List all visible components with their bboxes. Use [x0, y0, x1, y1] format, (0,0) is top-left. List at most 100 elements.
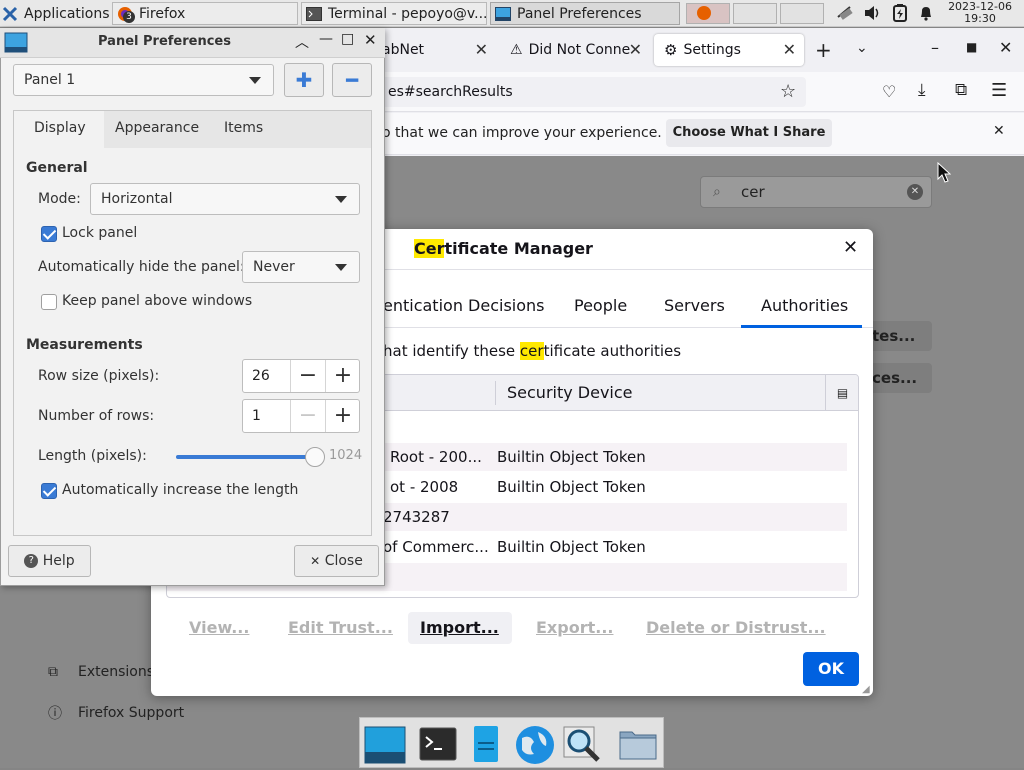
row-size-spinner[interactable]: 26 − + [242, 359, 360, 393]
list-tabs-icon[interactable]: ⌄ [856, 40, 868, 56]
workspace-1[interactable] [686, 3, 730, 24]
autohide-label: Automatically hide the panel: [38, 259, 245, 275]
tab-items[interactable]: Items [224, 120, 263, 136]
taskbar-terminal[interactable]: Terminal - pepoyo@v... [301, 2, 487, 25]
delete-or-distrust-button[interactable]: Delete or Distrust... [634, 612, 838, 644]
tab-servers[interactable]: Servers [664, 296, 725, 315]
taskbar-firefox[interactable]: 3 Firefox [112, 2, 298, 25]
panel-prefs-window-icon [4, 31, 28, 59]
pp-minimize-icon[interactable]: — [319, 31, 333, 47]
firefox-icon: 3 [117, 6, 135, 23]
clock[interactable]: 2023-12-06 19:30 [948, 1, 1012, 25]
keep-above-label: Keep panel above windows [62, 293, 253, 309]
pocket-icon[interactable]: ♡ [882, 82, 896, 101]
workspace-firefox-icon [697, 6, 711, 20]
resize-grip-icon[interactable]: ◢ [862, 684, 870, 695]
close-tab-icon[interactable]: ✕ [783, 40, 796, 59]
xfce-logo-icon [2, 6, 18, 22]
pp-shade-icon[interactable]: ︿ [295, 32, 309, 52]
rows-spinner[interactable]: 1 − + [242, 399, 360, 433]
tab-label: Settings [683, 42, 741, 58]
taskbar-panel-preferences[interactable]: Panel Preferences [490, 2, 680, 25]
increment-button[interactable]: + [325, 360, 360, 392]
show-desktop-icon[interactable] [364, 724, 406, 764]
dismiss-notification-icon[interactable]: ✕ [993, 123, 1005, 139]
gear-icon: ⚙ [664, 41, 678, 59]
general-heading: General [26, 160, 88, 176]
pp-close-icon[interactable]: ✕ [364, 31, 377, 49]
tab-display[interactable]: Display [14, 111, 104, 148]
pp-titlebar[interactable]: Panel Preferences ︿ — □ ✕ [0, 28, 385, 58]
ok-button[interactable]: OK [803, 652, 859, 686]
puzzle-icon: ⧉ [48, 664, 58, 680]
minimize-icon[interactable]: – [931, 38, 939, 57]
app-finder-icon[interactable] [562, 724, 602, 764]
volume-icon[interactable] [864, 5, 882, 25]
battery-icon[interactable] [893, 4, 907, 26]
web-browser-icon[interactable] [514, 724, 554, 764]
tab-people[interactable]: People [574, 296, 627, 315]
home-folder-icon[interactable] [618, 724, 658, 764]
clock-time: 19:30 [964, 12, 996, 25]
bottom-dock [359, 717, 664, 768]
column-header-security-device[interactable]: Security Device [507, 383, 633, 402]
workspace-3[interactable] [780, 3, 824, 24]
chevron-down-icon [335, 264, 347, 271]
view-button[interactable]: View... [177, 612, 261, 644]
applications-menu-button[interactable]: Applications ⁝ [2, 2, 110, 25]
tab-label: Did Not Conne [528, 42, 631, 58]
file-manager-icon[interactable] [466, 724, 506, 764]
increment-button[interactable]: + [325, 400, 360, 432]
clear-search-icon[interactable]: ✕ [907, 184, 923, 200]
decrement-button[interactable]: − [290, 400, 325, 432]
sidebar-support-label: Firefox Support [78, 705, 185, 721]
sidebar-support[interactable]: ⓘ Firefox Support [48, 703, 184, 723]
pp-maximize-icon[interactable]: □ [341, 31, 354, 47]
new-tab-icon[interactable]: + [815, 38, 832, 62]
length-value: 1024 [329, 448, 363, 463]
help-button[interactable]: ? Help [8, 545, 91, 577]
tab-authentication-decisions[interactable]: entication Decisions [383, 296, 545, 315]
tab-settings[interactable]: ⚙ Settings ✕ [654, 34, 804, 66]
close-tab-icon[interactable]: ✕ [629, 40, 642, 59]
autohide-select[interactable]: Never [242, 251, 360, 283]
panel-select[interactable]: Panel 1 [13, 64, 274, 96]
remove-panel-button[interactable]: ━ [332, 63, 372, 97]
length-slider-track[interactable] [176, 455, 316, 459]
choose-what-i-share-button[interactable]: Choose What I Share [666, 119, 832, 147]
auto-increase-checkbox[interactable] [41, 483, 57, 499]
notification-bell-icon[interactable] [918, 5, 934, 25]
column-picker-icon[interactable]: ▤ [825, 375, 858, 411]
bookmark-star-icon[interactable]: ☆ [780, 81, 796, 102]
sidebar-extensions-label: Extensions [78, 664, 155, 680]
lock-panel-checkbox[interactable] [41, 226, 57, 242]
import-button[interactable]: Import... [408, 612, 512, 644]
sidebar-extensions[interactable]: ⧉ Extensions [48, 664, 154, 680]
mouse-pointer-icon [937, 161, 952, 188]
close-tab-icon[interactable]: ✕ [475, 40, 488, 59]
tab-did-not-connect[interactable]: ⚠ Did Not Conne ✕ [500, 34, 650, 66]
menu-hamburger-icon[interactable]: ☰ [991, 80, 1007, 101]
window-close-icon[interactable]: ✕ [999, 38, 1012, 57]
length-slider-handle[interactable] [305, 447, 325, 467]
cm-close-icon[interactable]: ✕ [843, 237, 858, 258]
tab-authorities[interactable]: Authorities [761, 296, 848, 315]
workspace-2[interactable] [733, 3, 777, 24]
network-icon[interactable] [836, 5, 856, 25]
settings-search-input[interactable]: ⌕ cer ✕ [700, 176, 932, 208]
terminal-icon[interactable] [418, 724, 458, 764]
close-icon: ✕ [310, 554, 321, 568]
tab-gitlabnet[interactable]: abNet ✕ [372, 34, 496, 66]
mode-select[interactable]: Horizontal [90, 183, 360, 215]
tab-appearance[interactable]: Appearance [115, 120, 199, 136]
warning-icon: ⚠ [510, 42, 523, 58]
edit-trust-button[interactable]: Edit Trust... [276, 612, 405, 644]
keep-above-checkbox[interactable] [41, 294, 57, 310]
decrement-button[interactable]: − [290, 360, 325, 392]
extensions-icon[interactable]: ⧉ [955, 80, 967, 100]
close-button[interactable]: ✕ Close [294, 545, 379, 577]
download-icon[interactable]: ⤓ [918, 80, 926, 100]
export-button[interactable]: Export... [524, 612, 625, 644]
maximize-icon[interactable]: ■ [966, 40, 977, 54]
add-panel-button[interactable]: ✚ [284, 63, 324, 97]
